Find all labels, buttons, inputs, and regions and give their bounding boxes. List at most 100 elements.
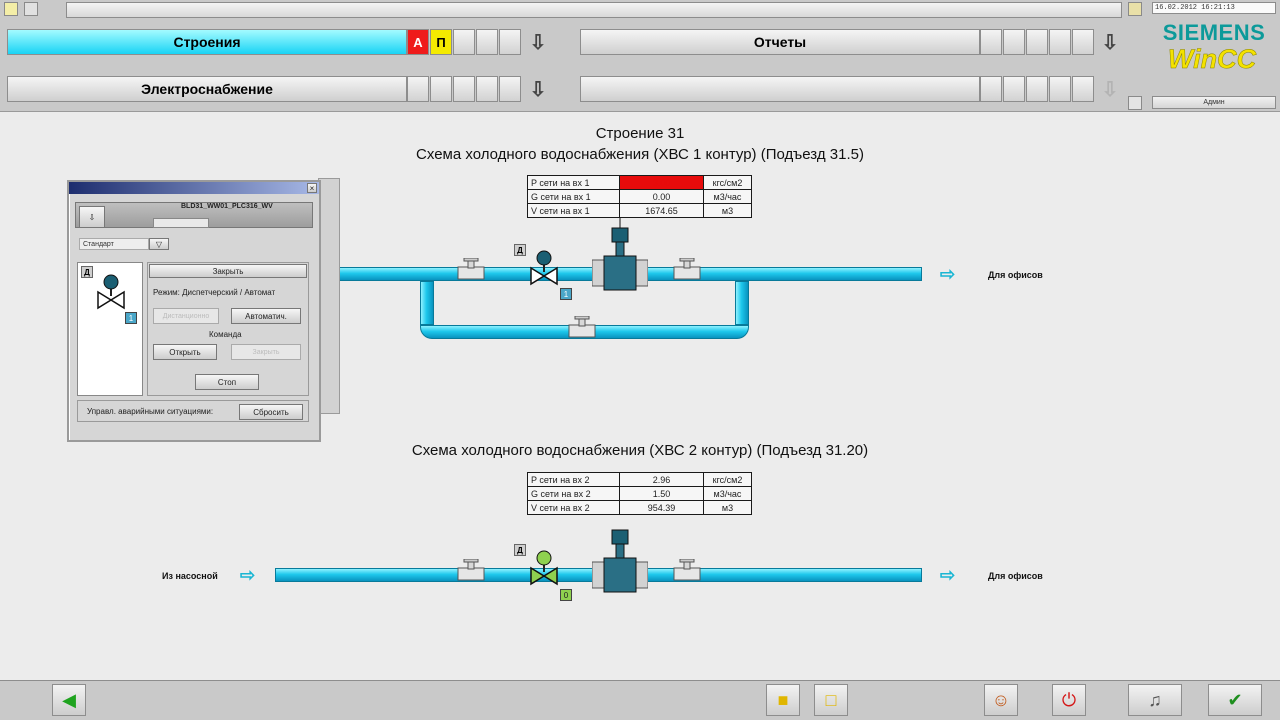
faceplate-tag-name: BLD31_WW01_PLC316_WV (181, 203, 273, 210)
status-slot (1049, 76, 1071, 102)
user-field[interactable]: Админ (1152, 96, 1276, 109)
flowmeter-icon[interactable] (592, 226, 648, 292)
status-slot (1003, 76, 1025, 102)
table-row: P сети на вх 2 2.96 кгс/см2 (527, 472, 752, 487)
status-slot (430, 76, 452, 102)
status-slot (1026, 29, 1048, 55)
status-slot (1072, 29, 1094, 55)
status-slot (499, 76, 521, 102)
open-button[interactable]: Открыть (153, 344, 217, 360)
status-slot (1026, 76, 1048, 102)
users-icon[interactable]: ☺ (984, 684, 1018, 716)
status-slot (1049, 29, 1071, 55)
mode-d-icon: Д (514, 544, 526, 556)
reset-button[interactable]: Сбросить (239, 404, 303, 420)
auto-button[interactable]: Автоматич. (231, 308, 301, 324)
view-select[interactable]: Стандарт (79, 238, 149, 250)
mode-d-icon: Д (514, 244, 526, 256)
param-value[interactable]: 954.39 (619, 500, 704, 515)
siemens-logo: SIEMENS (1162, 20, 1266, 45)
status-slot (407, 76, 429, 102)
param-value-alarm[interactable]: 3.00 (619, 175, 704, 190)
motor-valve-icon[interactable] (528, 250, 560, 288)
lock-icon[interactable]: ■ (766, 684, 800, 716)
table-row: G сети на вх 1 0.00 м3/час (527, 189, 752, 204)
nav-reports-button[interactable]: Отчеты (580, 29, 980, 55)
status-slot (1003, 29, 1025, 55)
status-slot (453, 76, 475, 102)
param-value[interactable]: 1.50 (619, 486, 704, 501)
valve-state-tag: 1 (125, 312, 137, 324)
circuit2-title: Схема холодного водоснабжения (ХВС 2 кон… (411, 442, 869, 459)
manual-button[interactable]: Дистанционно (153, 308, 219, 324)
status-slot (476, 76, 498, 102)
param-name: V сети на вх 2 (527, 500, 620, 515)
circuit1-title: Схема холодного водоснабжения (ХВС 1 кон… (416, 146, 864, 163)
valve-state-tag: 0 (560, 589, 572, 601)
hand-valve-icon[interactable] (672, 258, 702, 288)
power-icon[interactable]: ⏻ (1052, 684, 1086, 716)
table-row: P сети на вх 1 3.00 кгс/см2 (527, 175, 752, 190)
unlock-icon[interactable]: □ (814, 684, 848, 716)
wincc-logo: WinCC (1167, 44, 1257, 75)
message-list-icon[interactable] (1128, 2, 1142, 16)
close-icon[interactable]: × (307, 183, 317, 193)
mode-text: Режим: Диспетчерский / Автомат (153, 288, 276, 297)
hand-valve-icon[interactable] (672, 559, 702, 589)
nav-empty-button[interactable] (580, 76, 980, 102)
nav-reports-down-icon[interactable]: ⇩ (1097, 29, 1123, 55)
message-line[interactable] (66, 2, 1122, 18)
arrow-right-icon: ⇨ (240, 565, 256, 585)
faceplate-settings-icon[interactable]: ⇩ (79, 206, 105, 228)
keyboard-icon[interactable] (1128, 96, 1142, 110)
emergency-label: Управл. аварийными ситуациями: (87, 407, 214, 416)
nav-power-down-icon[interactable]: ⇩ (525, 76, 551, 102)
faceplate-close-button[interactable]: Закрыть (149, 264, 307, 278)
edit-icon[interactable] (24, 2, 38, 16)
param-unit: м3 (703, 203, 752, 218)
back-icon[interactable]: ◀ (52, 684, 86, 716)
alarm-indicator[interactable]: А (407, 29, 429, 55)
param-unit: кгс/см2 (703, 175, 752, 190)
table-row: V сети на вх 2 954.39 м3 (527, 500, 752, 515)
hand-valve-icon[interactable] (456, 559, 486, 589)
nav-empty-down-icon[interactable]: ⇩ (1097, 76, 1123, 102)
param-value[interactable]: 2.96 (619, 472, 704, 487)
param-value[interactable]: 1674.65 (619, 203, 704, 218)
param-value[interactable]: 0.00 (619, 189, 704, 204)
status-slot (499, 29, 521, 55)
building-title: Строение 31 (595, 125, 685, 142)
flowmeter-icon[interactable] (592, 528, 648, 594)
command-label: Команда (209, 330, 242, 339)
hand-valve-icon[interactable] (567, 316, 597, 346)
status-slot (980, 76, 1002, 102)
param-unit: кгс/см2 (703, 472, 752, 487)
sound-icon[interactable]: ♫ (1128, 684, 1182, 716)
faceplate-titlebar[interactable] (69, 182, 319, 194)
stop-button[interactable]: Стоп (195, 374, 259, 390)
status-slot (1072, 76, 1094, 102)
pipe-bypass-left (420, 281, 434, 325)
chevron-down-icon[interactable]: ▽ (149, 238, 169, 250)
valve-faceplate-window[interactable]: × ⇩ BLD31_WW01_PLC316_WV Стандарт ▽ Д 1 … (67, 180, 321, 442)
param-unit: м3/час (703, 486, 752, 501)
param-name: V сети на вх 1 (527, 203, 620, 218)
folder-icon[interactable] (4, 2, 18, 16)
table-row: G сети на вх 2 1.50 м3/час (527, 486, 752, 501)
faceplate-bar (153, 218, 209, 228)
inlet-label-2: Из насосной (162, 571, 218, 581)
nav-structures-down-icon[interactable]: ⇩ (525, 29, 551, 55)
param-name: P сети на вх 2 (527, 472, 620, 487)
mode-d-icon: Д (81, 266, 93, 278)
close-command-button[interactable]: Закрыть (231, 344, 301, 360)
bottom-toolbar (0, 680, 1280, 720)
nav-structures-button[interactable]: Строения (7, 29, 407, 55)
datetime-display: 16.02.2012 16:21:13 (1152, 2, 1276, 14)
motor-valve-icon[interactable] (528, 550, 560, 588)
param-name: G сети на вх 2 (527, 486, 620, 501)
nav-power-button[interactable]: Электроснабжение (7, 76, 407, 102)
hand-valve-icon[interactable] (456, 258, 486, 288)
warning-indicator[interactable]: П (430, 29, 452, 55)
table-row: V сети на вх 1 1674.65 м3 (527, 203, 752, 218)
acknowledge-icon[interactable]: ✔ (1208, 684, 1262, 716)
